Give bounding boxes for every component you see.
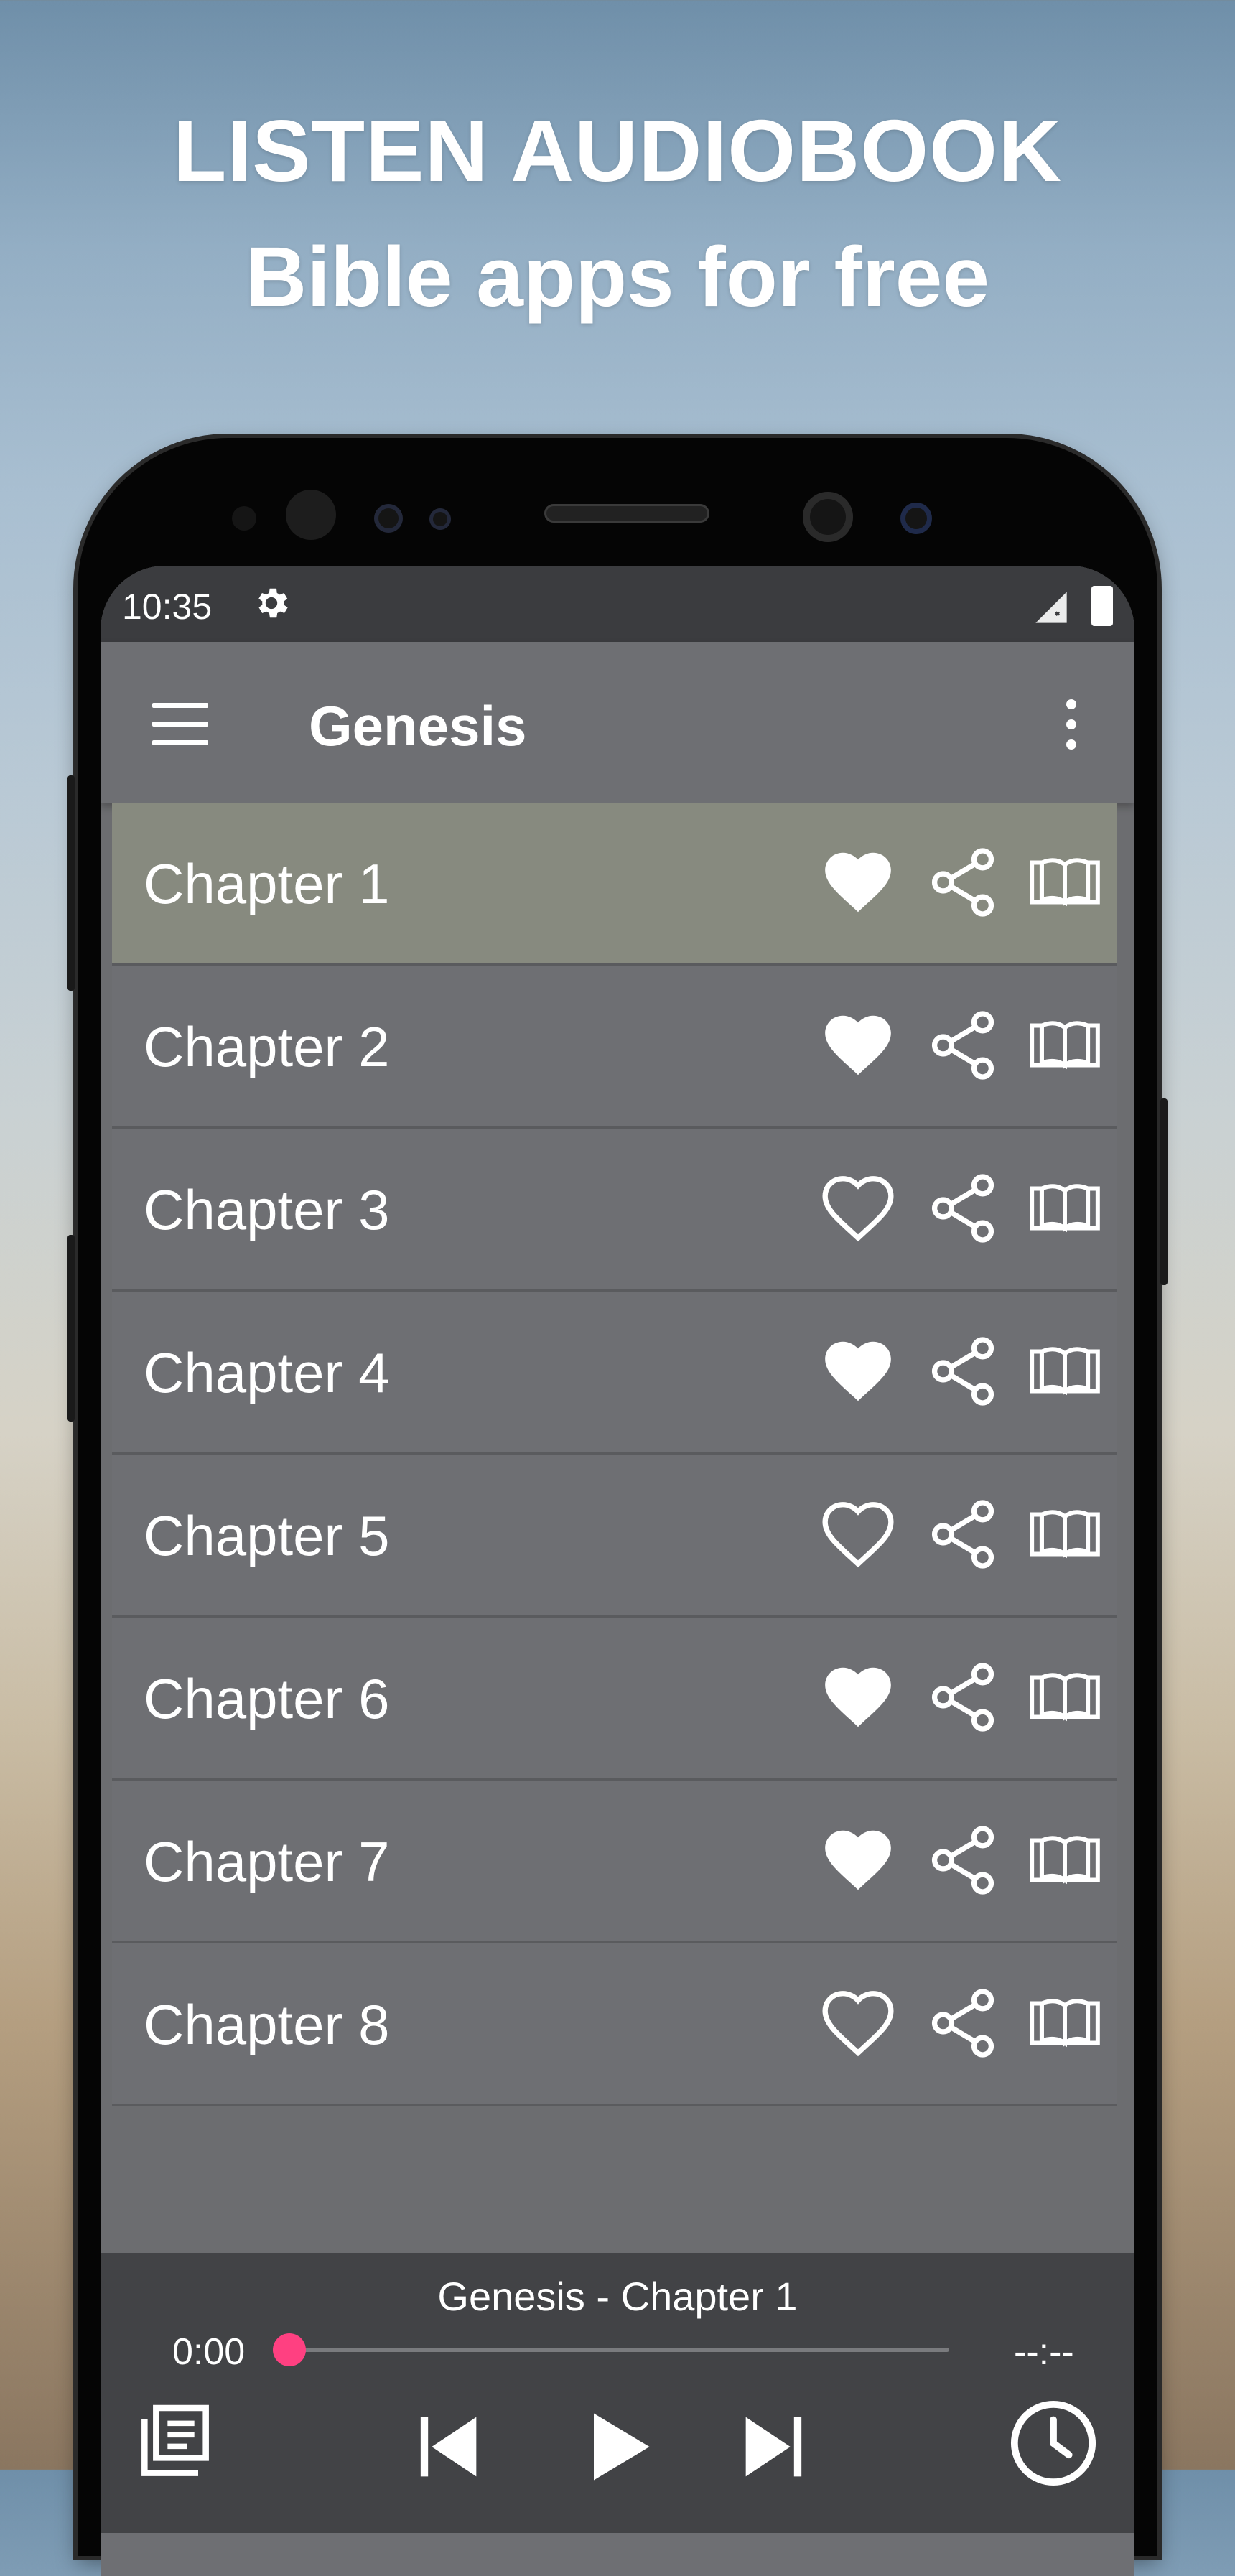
list-item[interactable]: Chapter 6 <box>112 1618 1117 1781</box>
book-icon[interactable] <box>1025 1821 1104 1900</box>
chapter-label: Chapter 1 <box>144 852 390 915</box>
list-item[interactable]: Chapter 1 <box>112 803 1117 966</box>
chapter-label: Chapter 3 <box>144 1178 390 1241</box>
seek-bar[interactable] <box>273 2333 949 2366</box>
share-icon[interactable] <box>923 1984 1002 2063</box>
status-bar: 10:35 <box>101 566 1134 642</box>
side-button <box>67 1235 75 1422</box>
more-vert-icon[interactable] <box>1063 699 1080 750</box>
front-camera <box>803 492 853 542</box>
share-icon[interactable] <box>923 1821 1002 1900</box>
chapter-label: Chapter 2 <box>144 1015 390 1078</box>
phone-frame: 10:35 Genesis Chapter 1 Chapter 2 Chapter … <box>67 438 1168 2576</box>
share-icon[interactable] <box>923 1006 1002 1085</box>
gear-icon <box>258 588 288 618</box>
list-item[interactable]: Chapter 8 <box>112 1943 1117 2106</box>
share-icon[interactable] <box>923 843 1002 922</box>
heart-filled-icon[interactable] <box>819 1658 898 1737</box>
end-time: --:-- <box>1014 2331 1074 2373</box>
heart-filled-icon[interactable] <box>819 1332 898 1411</box>
book-icon[interactable] <box>1025 1984 1104 2063</box>
signal-icon <box>1035 592 1067 623</box>
book-icon[interactable] <box>1025 843 1104 922</box>
proximity-sensor <box>900 503 932 534</box>
share-icon[interactable] <box>923 1332 1002 1411</box>
share-icon[interactable] <box>923 1658 1002 1737</box>
chapter-label: Chapter 6 <box>144 1667 390 1730</box>
audio-player: Genesis - Chapter 1 0:00 --:-- <box>101 2253 1134 2533</box>
headline-line-2: Bible apps for free <box>245 230 989 325</box>
chapter-label: Chapter 4 <box>144 1341 390 1404</box>
heart-outline-icon[interactable] <box>819 1984 898 2063</box>
seek-thumb[interactable] <box>273 2333 306 2366</box>
heart-filled-icon[interactable] <box>819 1821 898 1900</box>
heart-outline-icon[interactable] <box>819 1169 898 1248</box>
heart-filled-icon[interactable] <box>819 1006 898 1085</box>
chapter-list: Chapter 1 Chapter 2 Chapter 3 Chapter 4 Chap… <box>112 803 1117 2106</box>
list-item[interactable]: Chapter 4 <box>112 1292 1117 1455</box>
list-item[interactable]: Chapter 3 <box>112 1129 1117 1292</box>
sensor-dot <box>232 506 256 531</box>
timer-icon[interactable] <box>1007 2397 1100 2490</box>
chapter-label: Chapter 8 <box>144 1993 390 2056</box>
list-item[interactable]: Chapter 2 <box>112 966 1117 1129</box>
playlist-icon[interactable] <box>129 2397 221 2488</box>
list-item[interactable]: Chapter 7 <box>112 1781 1117 1943</box>
chapter-label: Chapter 5 <box>144 1504 390 1567</box>
heart-filled-icon[interactable] <box>819 843 898 922</box>
book-icon[interactable] <box>1025 1658 1104 1737</box>
iris-scanner <box>286 490 336 540</box>
page-title: Genesis <box>309 694 527 757</box>
power-button <box>1160 1098 1168 1285</box>
battery-icon <box>1091 586 1113 626</box>
volume-button <box>67 775 75 991</box>
book-icon[interactable] <box>1025 1006 1104 1085</box>
sensor-lens-small <box>429 508 451 530</box>
earpiece-speaker <box>544 504 709 523</box>
skip-next-icon[interactable] <box>731 2402 820 2491</box>
headline-line-1: LISTEN AUDIOBOOK <box>172 102 1063 200</box>
app-bar: Genesis <box>101 642 1134 803</box>
chapter-label: Chapter 7 <box>144 1830 390 1893</box>
book-icon[interactable] <box>1025 1495 1104 1574</box>
status-time: 10:35 <box>122 587 213 627</box>
share-icon[interactable] <box>923 1495 1002 1574</box>
bottom-strip <box>101 2533 1134 2576</box>
skip-previous-icon[interactable] <box>402 2402 491 2491</box>
share-icon[interactable] <box>923 1169 1002 1248</box>
menu-icon[interactable] <box>152 703 208 745</box>
phone-screen: 10:35 Genesis Chapter 1 Chapter 2 Chapter … <box>101 566 1134 2576</box>
play-icon[interactable] <box>572 2402 661 2491</box>
sensor-lens <box>374 504 403 533</box>
heart-outline-icon[interactable] <box>819 1495 898 1574</box>
now-playing-title: Genesis - Chapter 1 <box>437 2274 798 2319</box>
book-icon[interactable] <box>1025 1169 1104 1248</box>
book-icon[interactable] <box>1025 1332 1104 1411</box>
current-time: 0:00 <box>172 2331 246 2373</box>
list-item[interactable]: Chapter 5 <box>112 1455 1117 1618</box>
